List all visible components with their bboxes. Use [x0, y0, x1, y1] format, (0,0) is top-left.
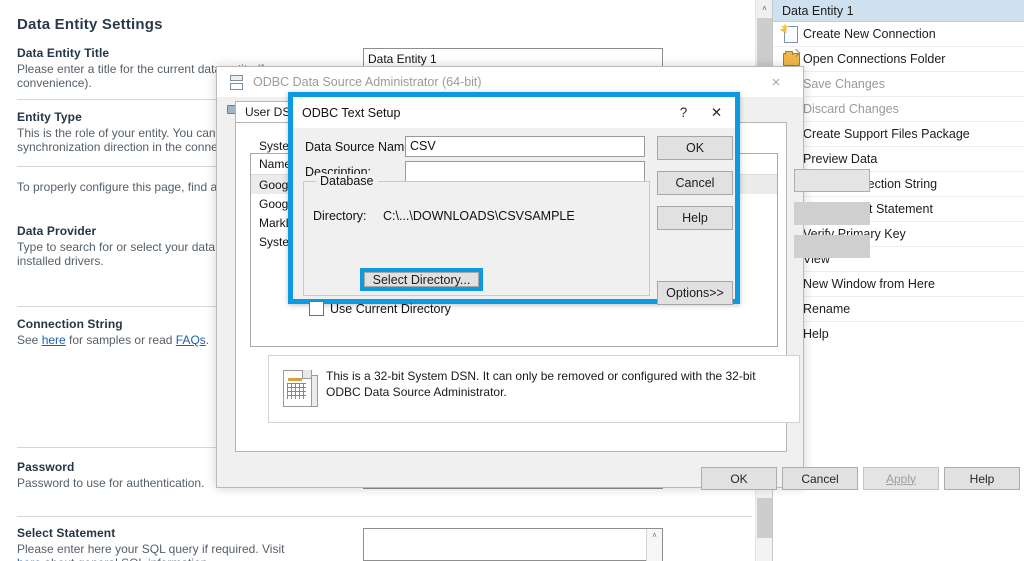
task-item-label: Discard Changes [803, 102, 899, 116]
task-item-label: Create New Connection [803, 27, 936, 41]
add-dsn-button[interactable] [794, 169, 870, 192]
apply-button: Apply [863, 467, 939, 490]
task-item-save-changes: Save Changes [773, 72, 1024, 97]
section-heading: Data Entity Title [17, 46, 347, 60]
odbc-admin-title: ODBC Data Source Administrator (64-bit) [253, 75, 755, 89]
scroll-up-arrow-icon[interactable]: ˄ [756, 0, 773, 17]
data-source-name-input[interactable]: CSV [405, 136, 645, 157]
scrollbar-thumb-lower[interactable] [757, 498, 772, 538]
task-item-label: Create Support Files Package [803, 127, 970, 141]
odbc-text-setup-inner: ODBC Text Setup ? ✕ Data Source Name: CS… [293, 97, 735, 299]
task-item-label: New Window from Here [803, 277, 935, 291]
dsn-file-icon [283, 370, 317, 408]
ok-button[interactable]: OK [657, 136, 733, 160]
configure-dsn-button[interactable] [794, 235, 870, 258]
page-title: Data Entity Settings [17, 16, 163, 33]
task-item-new-window-from-here[interactable]: New Window from Here [773, 272, 1024, 297]
select-statement-scrollbar[interactable]: ˄ [646, 529, 662, 561]
data-source-name-value: CSV [406, 137, 644, 153]
directory-label: Directory: [313, 209, 366, 223]
remove-dsn-button[interactable] [794, 202, 870, 225]
help-button[interactable]: Help [657, 206, 733, 230]
task-item-label: Help [803, 327, 829, 341]
data-entity-title-value: Data Entity 1 [364, 49, 662, 66]
help-icon[interactable]: ? [667, 98, 700, 127]
help-button[interactable]: Help [944, 467, 1020, 490]
task-item-label: Preview Data [803, 152, 877, 166]
apply-label: Apply [886, 472, 916, 486]
here-link-sql[interactable]: here [17, 556, 41, 561]
close-icon[interactable]: ✕ [700, 98, 733, 127]
odbc-text-setup-dialog: ODBC Text Setup ? ✕ Data Source Name: CS… [288, 92, 740, 304]
ok-button[interactable]: OK [701, 467, 777, 490]
dsn-info-box: This is a 32-bit System DSN. It can only… [268, 355, 800, 423]
task-item-discard-changes: Discard Changes [773, 97, 1024, 122]
task-item-label: Rename [803, 302, 850, 316]
odbc-printer-icon [227, 74, 245, 90]
here-link[interactable]: here [42, 333, 66, 347]
select-statement-textarea[interactable]: ˄ [363, 528, 663, 561]
checkbox-box[interactable] [309, 301, 324, 316]
use-current-directory-checkbox[interactable]: Use Current Directory [309, 301, 451, 316]
description-input[interactable] [405, 161, 645, 182]
select-directory-highlight: Select Directory... [360, 268, 483, 291]
task-item-create-new-connection[interactable]: Create New Connection [773, 22, 1024, 47]
odbc-footer-buttons: OK Cancel Apply Help [217, 459, 803, 499]
directory-value: C:\...\DOWNLOADS\CSVSAMPLE [383, 209, 575, 223]
section-select-statement: Select Statement Please enter here your … [17, 526, 347, 561]
cancel-button[interactable]: Cancel [782, 467, 858, 490]
odbc-text-setup-title: ODBC Text Setup [302, 106, 667, 120]
section-heading: Select Statement [17, 526, 347, 540]
select-directory-button[interactable]: Select Directory... [364, 272, 479, 287]
task-item-create-support-files-package[interactable]: Create Support Files Package [773, 122, 1024, 147]
new-document-icon [781, 25, 803, 43]
section-description: Please enter here your SQL query if requ… [17, 542, 347, 561]
data-source-name-label: Data Source Name: [305, 140, 415, 154]
cancel-button[interactable]: Cancel [657, 171, 733, 195]
faqs-link[interactable]: FAQs [176, 333, 206, 347]
task-item-rename[interactable]: Rename [773, 297, 1024, 322]
task-item-label: Open Connections Folder [803, 52, 945, 66]
odbc-text-setup-titlebar[interactable]: ODBC Text Setup ? ✕ [293, 97, 735, 128]
odbc-text-setup-body: Data Source Name: CSV Description: Datab… [293, 128, 735, 299]
divider [17, 516, 752, 517]
task-item-open-connections-folder[interactable]: Open Connections Folder [773, 47, 1024, 72]
task-item-help[interactable]: Help [773, 322, 1024, 347]
close-icon[interactable]: × [755, 68, 797, 96]
database-group-legend: Database [316, 174, 378, 188]
task-pane-header: Data Entity 1 [773, 0, 1024, 22]
options-button[interactable]: Options>> [657, 281, 733, 305]
dsn-info-text: This is a 32-bit System DSN. It can only… [326, 368, 781, 400]
database-group: Database Directory: C:\...\DOWNLOADS\CSV… [303, 181, 650, 296]
task-item-label: Save Changes [803, 77, 885, 91]
use-current-directory-label: Use Current Directory [330, 302, 451, 316]
description-value [406, 162, 644, 164]
